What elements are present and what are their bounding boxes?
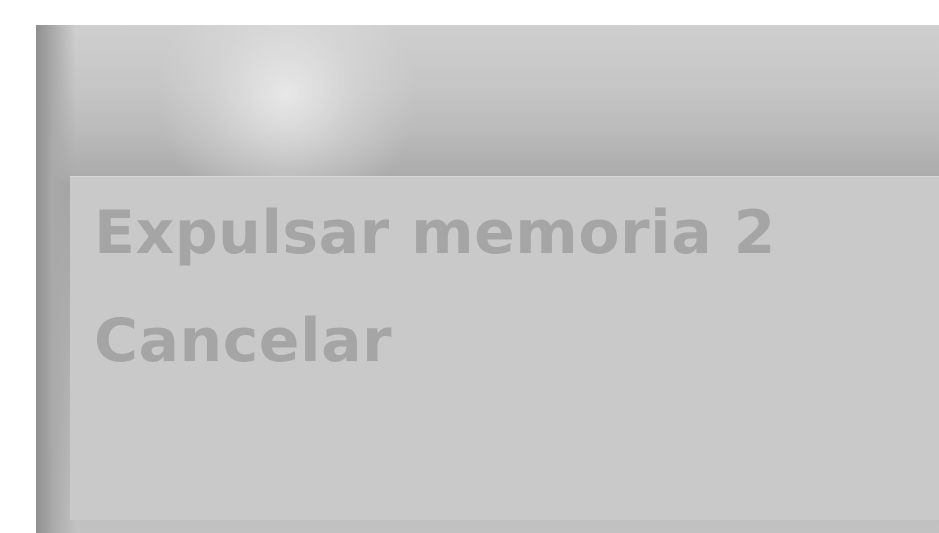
screen: Expulsar memoria 2 Cancelar xyxy=(0,0,939,533)
eject-menu-dialog xyxy=(36,25,939,533)
menu-item-eject-memory-2[interactable]: Expulsar memoria 2 xyxy=(94,203,776,263)
menu-item-cancel[interactable]: Cancelar xyxy=(94,311,392,371)
